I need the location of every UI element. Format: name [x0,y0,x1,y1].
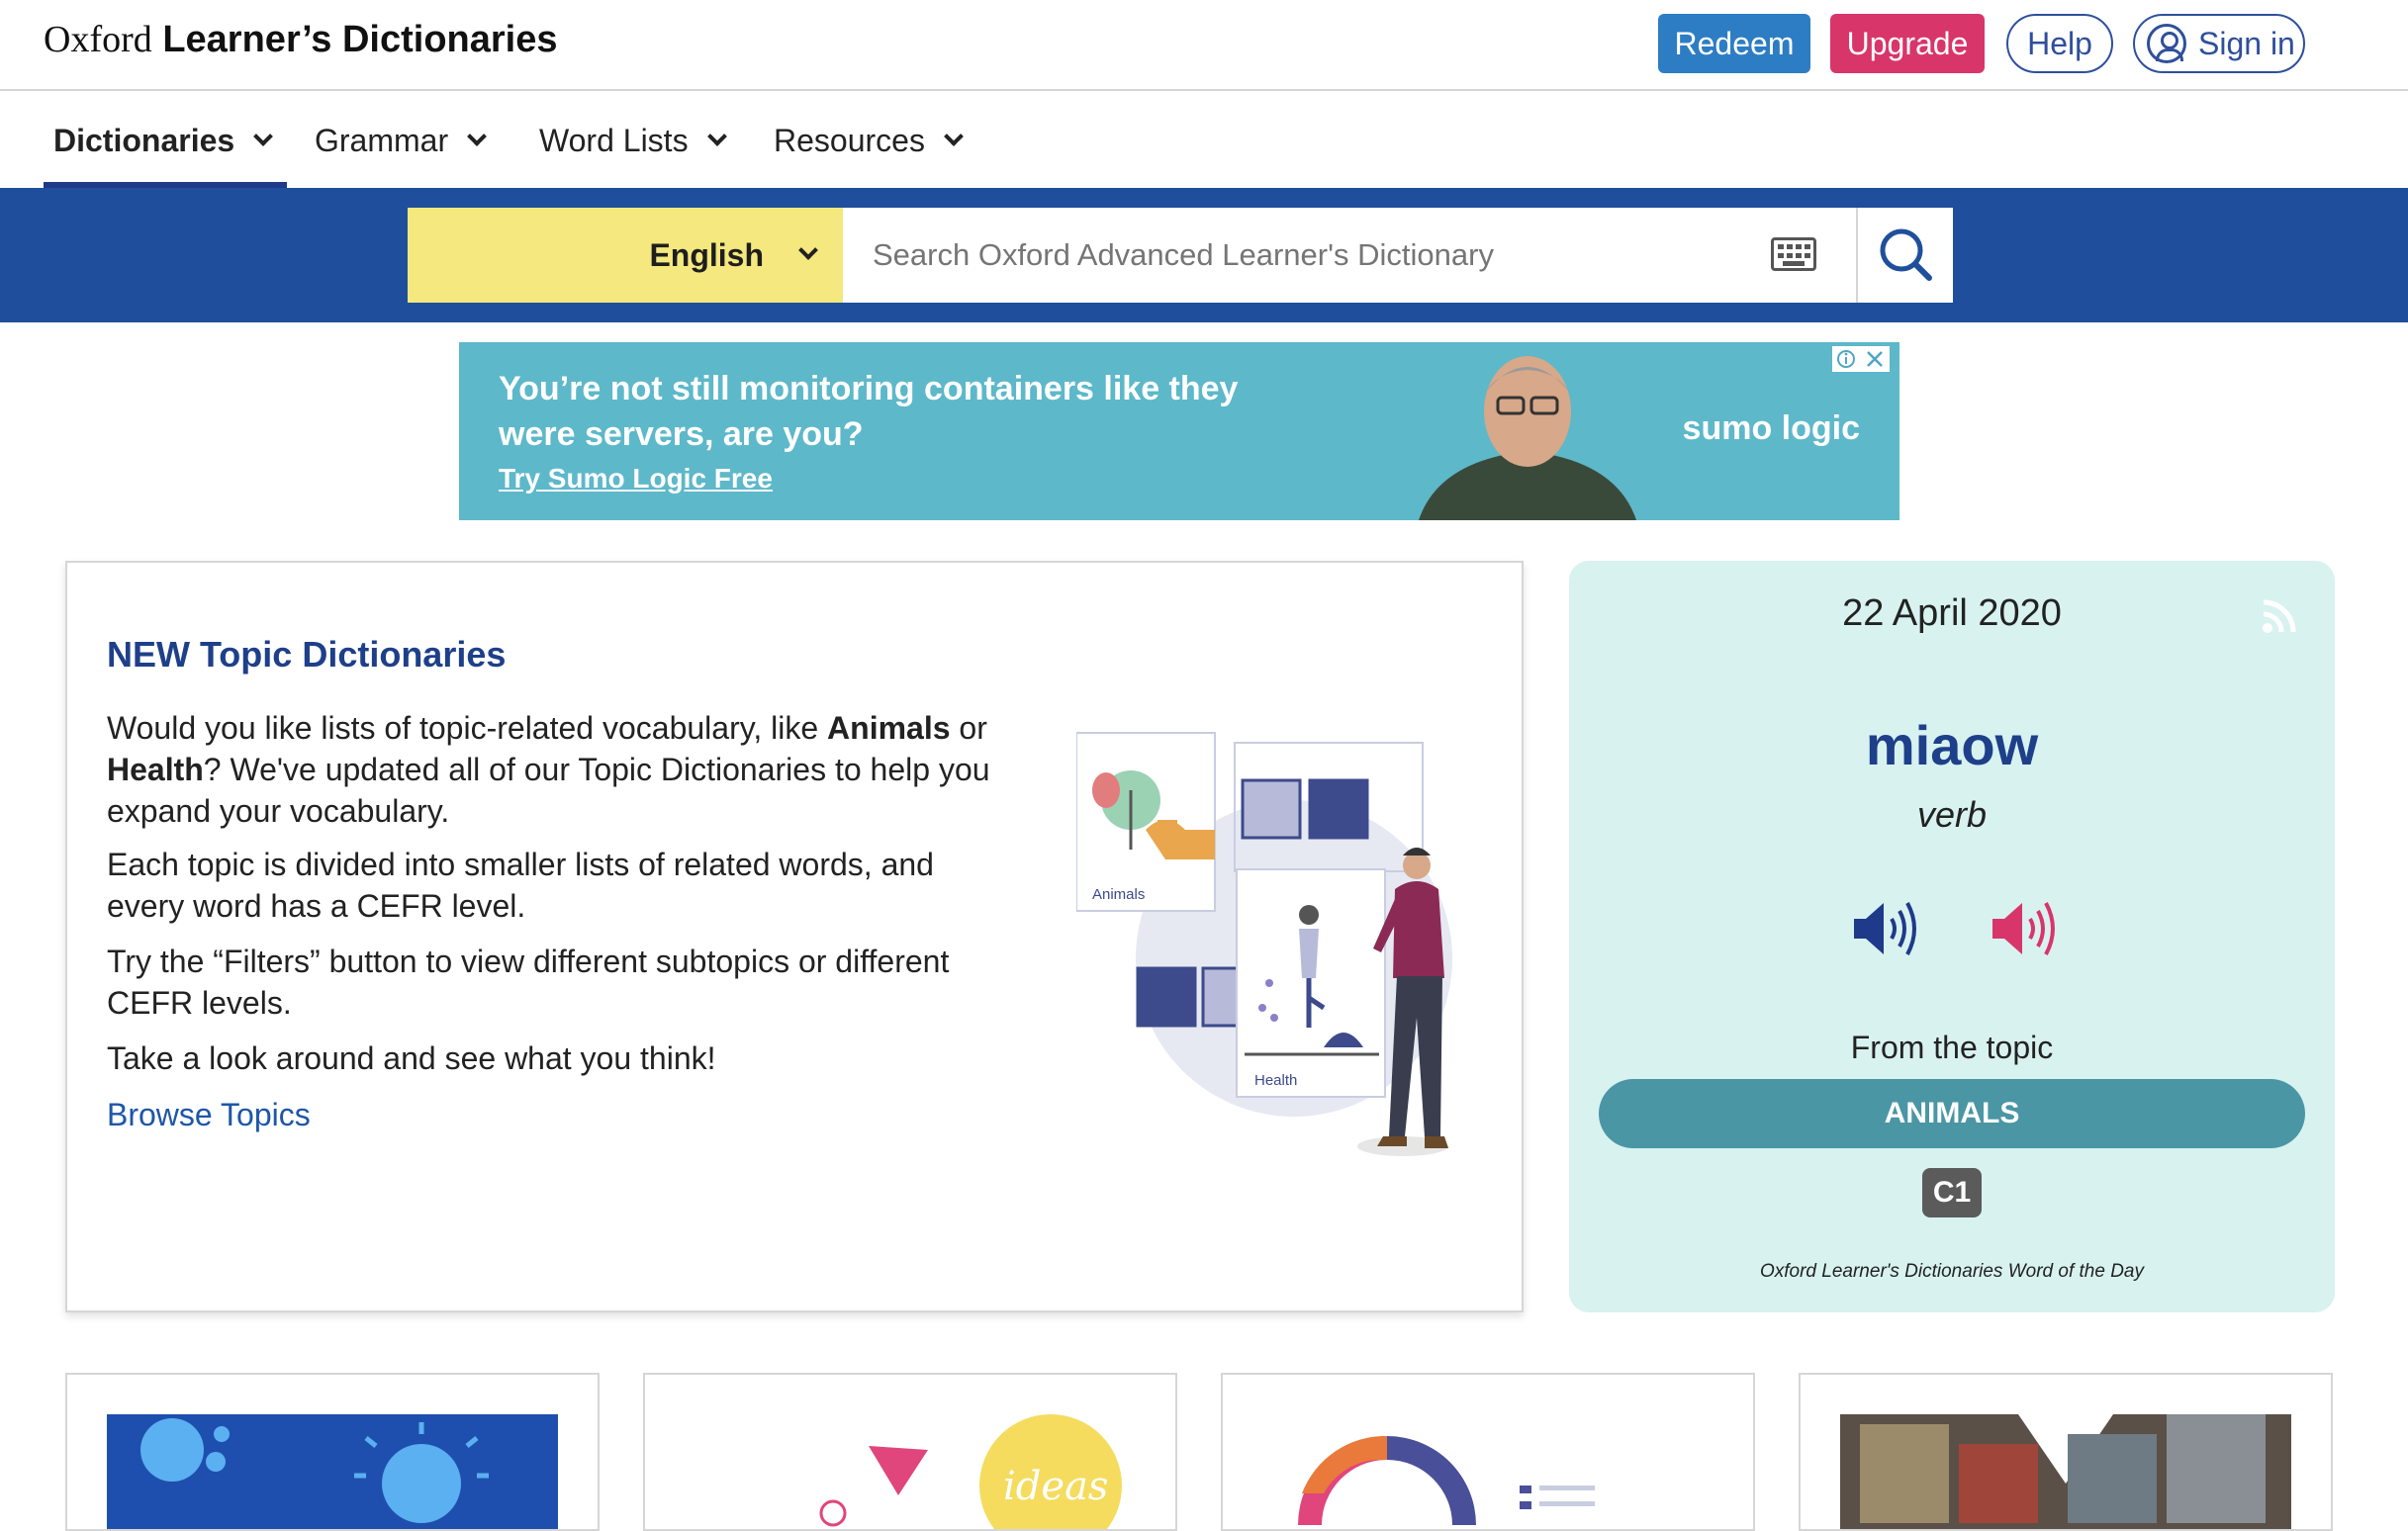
bold-health: Health [107,752,204,787]
card-title: NEW Topic Dictionaries [107,634,507,675]
tile-2-image: ideas [819,1414,1122,1529]
card-paragraph-4: Take a look around and see what you thin… [107,1040,716,1076]
wotd-footer: Oxford Learner's Dictionaries Word of th… [1759,1261,2144,1282]
redeem-button[interactable]: Redeem [1658,14,1810,73]
nav-dictionaries[interactable]: Dictionaries [44,93,287,188]
tile-4[interactable] [1799,1373,2333,1531]
topic-illustration: Animals Health [1076,732,1452,1156]
chevron-down-icon [706,127,727,146]
nav-word-lists[interactable]: Word Lists [539,93,727,188]
search-icon [1880,228,1932,281]
browse-topics-link[interactable]: Browse Topics [107,1097,311,1133]
nav-word-lists-label: Word Lists [539,123,689,158]
bold-animals: Animals [827,710,951,746]
chevron-down-icon [467,127,488,146]
topic-dictionaries-card: NEW Topic Dictionaries Would you like li… [65,561,1524,1312]
tile-2[interactable]: ideas [643,1373,1177,1531]
wotd-topic-button[interactable]: ANIMALS [1599,1079,2305,1148]
audio-uk-icon[interactable] [1850,897,1921,960]
tile-3[interactable] [1221,1373,1755,1531]
tile-1[interactable] [65,1373,600,1531]
nav-grammar-label: Grammar [315,123,449,158]
illustration-health-label: Health [1254,1072,1297,1089]
user-icon [2147,24,2186,63]
top-bar: Oxford Learner’s Dictionaries Redeem Upg… [0,0,2408,91]
keyboard-icon[interactable] [1771,237,1816,271]
tile-ideas-text: ideas [1003,1464,1108,1509]
chevron-down-icon [798,240,818,260]
ad-cta-link[interactable]: Try Sumo Logic Free [499,463,773,495]
card-paragraph-2: Each topic is divided into smaller lists… [107,847,934,924]
logo-learners-dictionaries: Learner’s Dictionaries [162,19,558,60]
search-input[interactable] [843,208,1856,303]
search-button[interactable] [1856,208,1953,303]
tile-3-image [1298,1435,1595,1525]
wotd-date: 22 April 2020 [1842,592,2062,634]
advertisement-banner[interactable]: You’re not still monitoring containers l… [459,342,1899,520]
main-nav: Dictionaries Grammar Word Lists Resource… [0,93,2408,188]
text: Would you like lists of topic-related vo… [107,710,828,746]
site-logo[interactable]: Oxford Learner’s Dictionaries [44,18,558,61]
tile-4-image [1840,1414,2291,1529]
ad-person-image [1419,356,1636,520]
wotd-word[interactable]: miaow [1569,713,2335,777]
logo-oxford: Oxford [44,19,152,60]
nav-dictionaries-label: Dictionaries [53,123,235,158]
sign-in-button[interactable]: Sign in [2133,14,2305,73]
sign-in-label: Sign in [2198,26,2295,61]
illustration-animals-label: Animals [1092,886,1145,903]
audio-us-icon[interactable] [1989,897,2060,960]
nav-resources[interactable]: Resources [774,93,964,188]
chevron-down-icon [944,127,964,146]
tile-1-image [107,1414,558,1529]
cefr-level-badge: C1 [1922,1168,1982,1217]
ad-choices-icon[interactable] [1832,346,1890,372]
card-paragraph-1: Would you like lists of topic-related vo… [107,707,1017,832]
wotd-part-of-speech: verb [1916,794,1988,835]
nav-grammar[interactable]: Grammar [315,93,488,188]
language-select[interactable]: English [408,208,843,303]
wotd-from-topic-label: From the topic [1850,1030,2054,1065]
rss-icon[interactable] [2260,596,2299,636]
help-button[interactable]: Help [2006,14,2113,73]
nav-resources-label: Resources [774,123,925,158]
ad-brand: sumo logic [1682,409,1860,447]
ad-headline: You’re not still monitoring containers l… [499,370,1239,453]
card-paragraph-3: Try the “Filters” button to view differe… [107,944,950,1021]
text: or [950,710,987,746]
language-select-value: English [649,237,764,273]
word-of-the-day-panel: 22 April 2020 miaow verb From the topic … [1569,561,2335,1312]
upgrade-button[interactable]: Upgrade [1830,14,1985,73]
text: ? We've updated all of our Topic Diction… [107,752,990,829]
chevron-down-icon [253,127,274,146]
